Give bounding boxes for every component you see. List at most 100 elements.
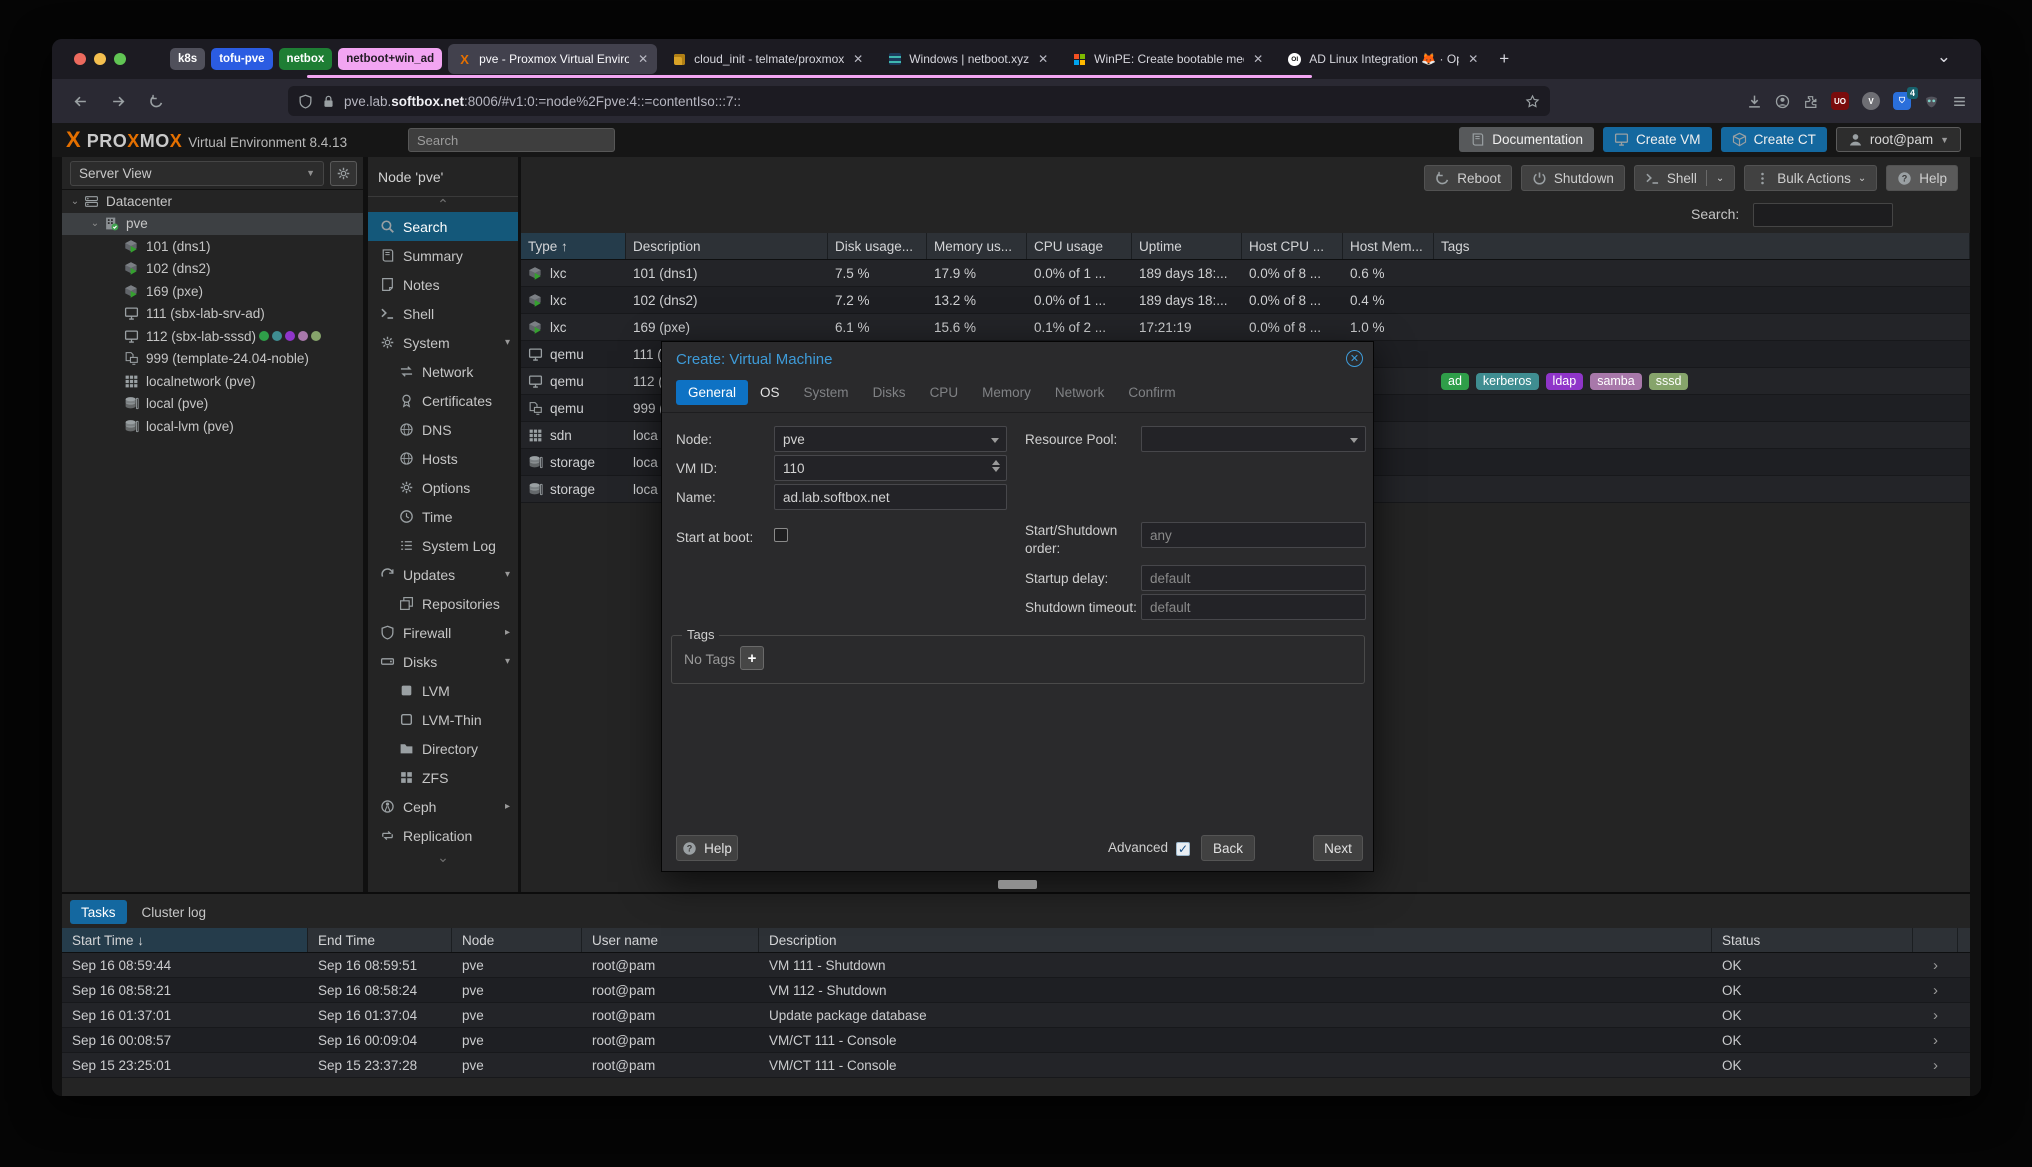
dialog-tab-os[interactable]: OS [748,380,792,405]
nav-item-system-log[interactable]: System Log [368,531,518,560]
zoom-window-button[interactable] [114,53,126,65]
tree-item-local-lvm[interactable]: local-lvm (pve) [62,415,363,438]
task-row-chevron-icon[interactable]: › [1913,953,1958,977]
back-button[interactable]: Back [1201,835,1255,861]
task-row-chevron-icon[interactable]: › [1913,978,1958,1002]
vmid-input[interactable]: 110 [774,455,1007,481]
nav-item-hosts[interactable]: Hosts [368,444,518,473]
nav-item-lvm-thin[interactable]: LVM-Thin [368,705,518,734]
guest-row-2[interactable]: lxc102 (dns2)7.2 %13.2 %0.0% of 1 ...189… [521,287,1970,314]
tab-list-chevron-icon[interactable]: ⌄ [1937,47,1951,67]
browser-tab-1[interactable]: Xpve - Proxmox Virtual Environme✕ [448,44,657,74]
task-col-user-name[interactable]: User name [582,928,759,952]
task-row-4[interactable]: Sep 16 00:08:57Sep 16 00:09:04pveroot@pa… [62,1028,1970,1053]
tab-tasks[interactable]: Tasks [70,900,127,924]
nav-expand-down-icon[interactable]: ▾ [505,569,510,580]
guest-col-tags[interactable]: Tags [1434,233,1970,259]
menu-hamburger-icon[interactable] [1952,94,1967,109]
create-vm-button[interactable]: Create VM [1603,127,1712,152]
nav-item-updates[interactable]: Updates▾ [368,560,518,589]
tab-close-icon[interactable]: ✕ [1253,52,1263,66]
guest-col-description[interactable]: Description [626,233,828,259]
chevron-down-icon[interactable]: ⌄ [1716,173,1724,184]
tree-item-Datacenter[interactable]: ⌄Datacenter [62,190,363,213]
ublock-origin-icon[interactable]: UO [1831,92,1849,110]
nav-expand-right-icon[interactable]: ▸ [505,627,510,638]
dialog-tab-general[interactable]: General [676,380,748,405]
guest-col-host-mem-[interactable]: Host Mem... [1343,233,1434,259]
tree-item-101[interactable]: 101 (dns1) [62,235,363,258]
task-col-node[interactable]: Node [452,928,582,952]
nav-item-zfs[interactable]: ZFS [368,763,518,792]
tree-item-localnetwork[interactable]: localnetwork (pve) [62,370,363,393]
user-menu-button[interactable]: root@pam▼ [1836,127,1961,152]
guest-col-type[interactable]: Type ↑ [521,233,626,259]
order-input[interactable]: any [1141,522,1366,548]
browser-tab-4[interactable]: WinPE: Create bootable media |✕ [1063,44,1272,74]
help-button[interactable]: ?Help [676,835,738,861]
add-tag-button[interactable]: + [740,646,764,670]
bulk-actions-button[interactable]: Bulk Actions⌄ [1744,165,1877,191]
guest-row-3[interactable]: lxc169 (pxe)6.1 %15.6 %0.1% of 2 ...17:2… [521,314,1970,341]
guest-col-cpu-usage[interactable]: CPU usage [1027,233,1132,259]
tracking-shield-icon[interactable] [298,94,313,109]
minimize-window-button[interactable] [94,53,106,65]
tab-close-icon[interactable]: ✕ [1468,52,1478,66]
nav-item-directory[interactable]: Directory [368,734,518,763]
nav-item-shell[interactable]: Shell [368,299,518,328]
task-row-chevron-icon[interactable]: › [1913,1003,1958,1027]
gray-shield-extension-icon[interactable]: V [1862,92,1880,110]
nav-item-certificates[interactable]: Certificates [368,386,518,415]
container-mask-icon[interactable] [1924,94,1939,109]
new-tab-button[interactable]: + [1499,49,1509,69]
tree-settings-button[interactable] [330,161,357,186]
nav-item-summary[interactable]: Summary [368,241,518,270]
timeout-input[interactable]: default [1141,594,1366,620]
tree-item-111[interactable]: 111 (sbx-lab-srv-ad) [62,303,363,326]
nav-item-options[interactable]: Options [368,473,518,502]
global-search-input[interactable] [408,128,615,152]
tab-close-icon[interactable]: ✕ [638,52,648,66]
dialog-close-icon[interactable]: ✕ [1346,350,1363,367]
tab-close-icon[interactable]: ✕ [853,52,863,66]
view-selector[interactable]: Server View ▼ [70,161,324,186]
nav-scroll-down[interactable]: ⌄ [368,850,518,865]
forward-button[interactable] [104,87,132,115]
task-col-end-time[interactable]: End Time [308,928,452,952]
tree-item-112[interactable]: 112 (sbx-lab-sssd) [62,325,363,348]
task-row-2[interactable]: Sep 16 08:58:21Sep 16 08:58:24pveroot@pa… [62,978,1970,1003]
nav-item-dns[interactable]: DNS [368,415,518,444]
back-button[interactable] [66,87,94,115]
nav-item-ceph[interactable]: Ceph▸ [368,792,518,821]
documentation-button[interactable]: Documentation [1459,127,1594,152]
delay-input[interactable]: default [1141,565,1366,591]
tab-group-netbox[interactable]: netbox [279,48,333,70]
shell-button[interactable]: Shell⌄ [1634,165,1735,191]
tree-expand-icon[interactable]: ⌄ [88,218,102,229]
nav-item-replication[interactable]: Replication [368,821,518,850]
advanced-checkbox[interactable]: ✓ [1176,842,1190,856]
table-search-input[interactable] [1753,203,1893,227]
nav-item-system[interactable]: System▾ [368,328,518,357]
downloads-icon[interactable] [1747,94,1762,109]
tab-cluster-log[interactable]: Cluster log [131,900,218,924]
task-row-5[interactable]: Sep 15 23:25:01Sep 15 23:37:28pveroot@pa… [62,1053,1970,1078]
nav-item-disks[interactable]: Disks▾ [368,647,518,676]
tree-item-999[interactable]: 999 (template-24.04-noble) [62,348,363,371]
tree-expand-icon[interactable]: ⌄ [68,196,82,207]
start-at-boot-checkbox[interactable] [774,528,788,542]
tab-close-icon[interactable]: ✕ [1038,52,1048,66]
browser-tab-2[interactable]: cloud_init - telmate/proxmox - C✕ [663,44,872,74]
task-col-start-time[interactable]: Start Time ↓ [62,928,308,952]
tab-group-k8s[interactable]: k8s [170,48,205,70]
node-select[interactable]: pve [774,426,1007,452]
dialog-resize-grip[interactable] [998,880,1037,889]
tree-item-pve[interactable]: ⌄pve [62,213,363,236]
task-row-3[interactable]: Sep 16 01:37:01Sep 16 01:37:04pveroot@pa… [62,1003,1970,1028]
password-manager-extension-icon[interactable]: ⛉ 4 [1893,92,1911,110]
close-window-button[interactable] [74,53,86,65]
task-col-description[interactable]: Description [759,928,1712,952]
task-row-chevron-icon[interactable]: › [1913,1028,1958,1052]
task-col-status[interactable]: Status [1712,928,1913,952]
vmid-spinner[interactable] [992,460,1000,472]
